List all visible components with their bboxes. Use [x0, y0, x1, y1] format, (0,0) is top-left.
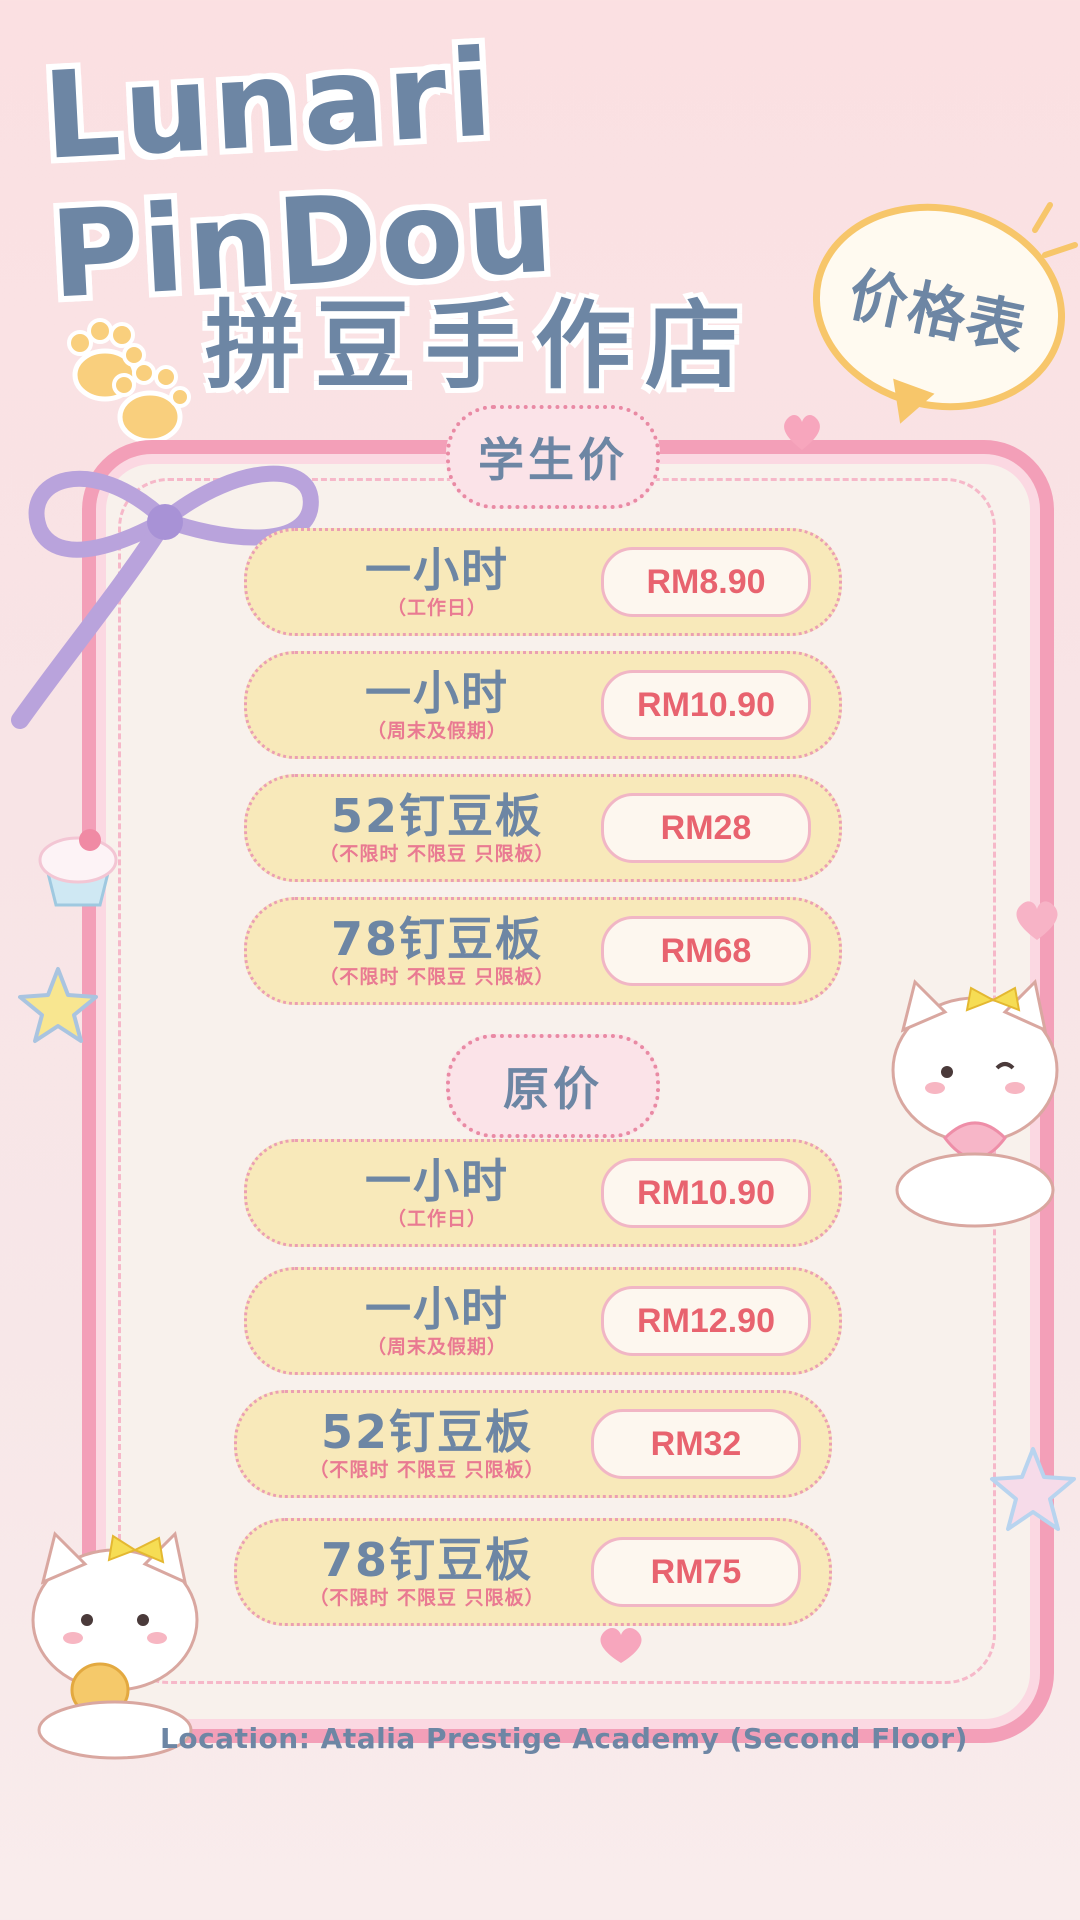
row-label: 52钉豆板 — [330, 789, 543, 843]
cat-mascot-icon — [891, 978, 1059, 1228]
row-note: （不限时 不限豆 只限板） — [309, 1459, 545, 1481]
star-icon — [18, 967, 98, 1043]
title-chinese: 拼豆手作店 — [205, 290, 755, 402]
row-price: RM32 — [591, 1409, 801, 1479]
row-note: （不限时 不限豆 只限板） — [319, 966, 555, 988]
price-row: 52钉豆板 （不限时 不限豆 只限板） RM28 — [244, 774, 842, 882]
row-label: 一小时 — [365, 543, 509, 597]
row-note: （工作日） — [386, 597, 487, 619]
row-price: RM68 — [601, 916, 811, 986]
price-row: 一小时 （周末及假期） RM10.90 — [244, 651, 842, 759]
row-price: RM10.90 — [601, 670, 811, 740]
row-note: （周末及假期） — [366, 1336, 507, 1358]
price-row: 78钉豆板 （不限时 不限豆 只限板） RM75 — [234, 1518, 832, 1626]
price-row: 一小时 （工作日） RM8.90 — [244, 528, 842, 636]
section-original-price: 原价 — [446, 1034, 660, 1138]
sparkle-lines-icon — [1032, 202, 1078, 258]
location-text: Location: Atalia Prestige Academy (Secon… — [160, 1722, 968, 1755]
row-label: 一小时 — [365, 1282, 509, 1336]
heart-icon — [600, 1628, 642, 1663]
section-label: 原价 — [503, 1062, 603, 1116]
row-label: 一小时 — [365, 666, 509, 720]
row-price: RM10.90 — [601, 1158, 811, 1228]
star-icon — [990, 1447, 1076, 1531]
row-label: 一小时 — [365, 1154, 509, 1208]
row-label: 78钉豆板 — [320, 1533, 533, 1587]
heart-icon — [784, 415, 820, 450]
price-list-label: 价格表 — [842, 259, 1034, 364]
row-price: RM75 — [591, 1537, 801, 1607]
price-row: 78钉豆板 （不限时 不限豆 只限板） RM68 — [244, 897, 842, 1005]
row-label: 52钉豆板 — [320, 1405, 533, 1459]
price-row: 一小时 （周末及假期） RM12.90 — [244, 1267, 842, 1375]
price-row: 52钉豆板 （不限时 不限豆 只限板） RM32 — [234, 1390, 832, 1498]
heart-icon — [1016, 901, 1058, 940]
row-note: （不限时 不限豆 只限板） — [309, 1587, 545, 1609]
row-note: （周末及假期） — [366, 720, 507, 742]
row-note: （工作日） — [386, 1208, 487, 1230]
row-price: RM12.90 — [601, 1286, 811, 1356]
cupcake-icon — [38, 829, 118, 907]
section-student-price: 学生价 — [446, 405, 660, 509]
row-label: 78钉豆板 — [330, 912, 543, 966]
row-price: RM28 — [601, 793, 811, 863]
row-note: （不限时 不限豆 只限板） — [319, 843, 555, 865]
section-label: 学生价 — [478, 433, 628, 487]
row-price: RM8.90 — [601, 547, 811, 617]
price-row: 一小时 （工作日） RM10.90 — [244, 1139, 842, 1247]
